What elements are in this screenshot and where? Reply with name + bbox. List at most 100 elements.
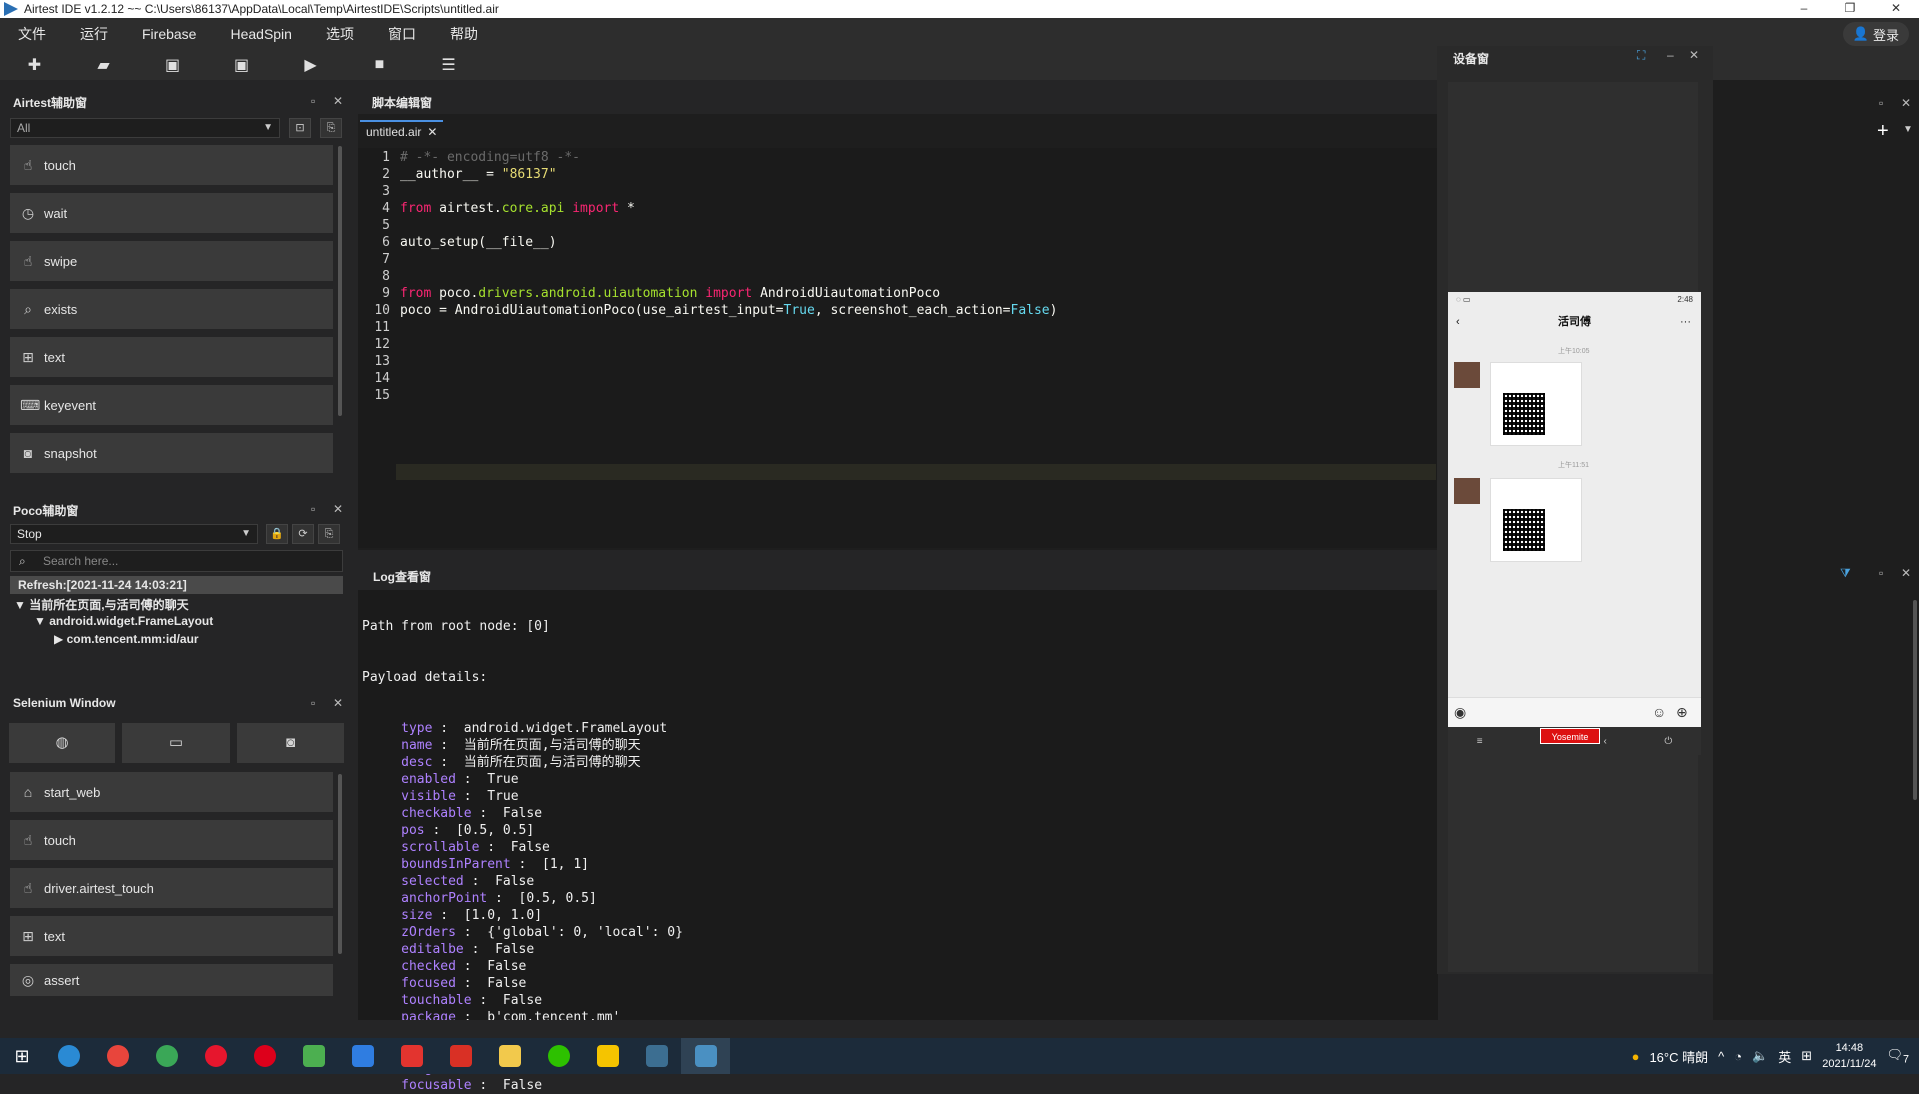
- float-icon[interactable]: ▫: [1879, 566, 1883, 580]
- lock-icon[interactable]: 🔒: [266, 524, 288, 544]
- qq-music-icon[interactable]: [583, 1038, 632, 1074]
- monitor-icon[interactable]: ▭: [122, 723, 230, 763]
- menu-icon[interactable]: ≡: [1477, 736, 1483, 747]
- notepad-icon[interactable]: [289, 1038, 338, 1074]
- cmd-exists[interactable]: ⌕ exists: [10, 289, 333, 329]
- screenshot-icon[interactable]: ⎘: [318, 524, 340, 544]
- scrollbar[interactable]: [338, 774, 342, 954]
- list-icon[interactable]: ☰: [414, 55, 483, 75]
- cmd-driver-touch[interactable]: ☝ driver.airtest_touch: [10, 868, 333, 908]
- cmd-assert[interactable]: ◎ assert: [10, 964, 333, 996]
- restore-button[interactable]: ❐: [1827, 0, 1873, 18]
- tray-arrow-icon[interactable]: ^: [1718, 1049, 1724, 1064]
- file-explorer-icon[interactable]: [485, 1038, 534, 1074]
- search-input[interactable]: ⌕ Search here...: [10, 550, 343, 572]
- chrome-icon[interactable]: [93, 1038, 142, 1074]
- minimize-button[interactable]: –: [1781, 0, 1827, 18]
- close-icon[interactable]: ✕: [333, 502, 343, 516]
- menu-firebase[interactable]: Firebase: [124, 26, 212, 42]
- globe-icon[interactable]: ◍: [9, 723, 115, 763]
- tab-untitled[interactable]: untitled.air ✕: [360, 120, 444, 142]
- cmd-text[interactable]: ⊞ text: [10, 337, 333, 377]
- close-icon[interactable]: ✕: [427, 125, 437, 139]
- tree-node-aur[interactable]: ▶ com.tencent.mm:id/aur: [54, 632, 199, 646]
- cmd-touch[interactable]: ☝ touch: [10, 145, 333, 185]
- float-icon[interactable]: ▫: [1879, 96, 1883, 110]
- more-icon[interactable]: ···: [1680, 308, 1691, 336]
- edge-icon[interactable]: [142, 1038, 191, 1074]
- menu-file[interactable]: 文件: [0, 24, 62, 44]
- poco-mode-select[interactable]: Stop ▼: [10, 524, 258, 544]
- refresh-icon[interactable]: ⟳: [292, 524, 314, 544]
- login-button[interactable]: 👤 登录: [1842, 22, 1909, 46]
- float-icon[interactable]: ▫: [311, 502, 315, 516]
- phone-screen[interactable]: ◌ ▭ 2:48 ‹ 活司傅 ··· 上午10:05 上午11:51 ◉ ☺ ⊕: [1448, 292, 1701, 727]
- add-icon[interactable]: ⊕: [1676, 704, 1688, 721]
- wechat-icon[interactable]: [534, 1038, 583, 1074]
- menu-headspin[interactable]: HeadSpin: [212, 26, 308, 42]
- float-icon[interactable]: ▫: [311, 94, 315, 108]
- ime-grid-icon[interactable]: ⊞: [1801, 1048, 1812, 1064]
- qr-message-card[interactable]: [1490, 478, 1582, 562]
- back-icon[interactable]: ‹: [1456, 308, 1460, 336]
- emoji-icon[interactable]: ☺: [1652, 704, 1666, 720]
- filter-icon[interactable]: ⧩: [1840, 566, 1851, 581]
- save-as-icon[interactable]: ▣: [207, 55, 276, 75]
- code-area[interactable]: 1 2 3 4 5 6 7 8 9 10 11 12 13 14 15 # -*…: [358, 148, 1438, 548]
- close-icon[interactable]: ✕: [1689, 48, 1699, 62]
- airtest-active-icon[interactable]: [681, 1038, 730, 1074]
- feather-icon[interactable]: [338, 1038, 387, 1074]
- minimize-icon[interactable]: –: [1667, 48, 1674, 62]
- volume-icon[interactable]: 🔈: [1752, 1048, 1768, 1064]
- screenshot-icon[interactable]: ⎘: [320, 118, 342, 138]
- menu-window[interactable]: 窗口: [370, 24, 432, 44]
- fullscreen-icon[interactable]: ⛶: [1637, 48, 1645, 63]
- plus-icon[interactable]: ✚: [0, 55, 69, 75]
- cmd-touch[interactable]: ☝ touch: [10, 820, 333, 860]
- cmd-wait[interactable]: ◷ wait: [10, 193, 333, 233]
- network-icon[interactable]: ◔: [1734, 1049, 1742, 1064]
- menu-options[interactable]: 选项: [308, 24, 370, 44]
- close-icon[interactable]: ✕: [333, 94, 343, 108]
- cmd-swipe[interactable]: ☝ swipe: [10, 241, 333, 281]
- cmd-start-web[interactable]: ⌂ start_web: [10, 772, 333, 812]
- app-red-icon[interactable]: [436, 1038, 485, 1074]
- cmd-snapshot[interactable]: ◙ snapshot: [10, 433, 333, 473]
- float-icon[interactable]: ▫: [311, 696, 315, 710]
- filter-select[interactable]: All ▼: [10, 118, 280, 138]
- back-icon[interactable]: ‹: [1604, 736, 1607, 747]
- folder-icon[interactable]: ▰: [69, 55, 138, 75]
- add-tab-icon[interactable]: +: [1877, 120, 1889, 143]
- tree-node-framelayout[interactable]: ▼ android.widget.FrameLayout: [34, 614, 213, 628]
- wps-icon[interactable]: [387, 1038, 436, 1074]
- scrollbar[interactable]: [338, 146, 342, 416]
- record-icon[interactable]: ⊡: [289, 118, 311, 138]
- netease-music-icon[interactable]: [240, 1038, 289, 1074]
- close-icon[interactable]: ✕: [333, 696, 343, 710]
- cmd-text[interactable]: ⊞ text: [10, 916, 333, 956]
- airtest-icon[interactable]: [632, 1038, 681, 1074]
- menu-help[interactable]: 帮助: [432, 24, 494, 44]
- menu-run[interactable]: 运行: [62, 24, 124, 44]
- clock[interactable]: 14:48 2021/11/24: [1822, 1040, 1876, 1072]
- close-icon[interactable]: ✕: [1901, 96, 1911, 110]
- play-icon[interactable]: ▶: [276, 55, 345, 75]
- power-icon[interactable]: ⏻: [1664, 736, 1672, 747]
- search-icon[interactable]: [44, 1038, 93, 1074]
- scrollbar[interactable]: [1913, 600, 1917, 800]
- weibo-icon[interactable]: [191, 1038, 240, 1074]
- close-icon[interactable]: ✕: [1901, 566, 1911, 580]
- notification-icon[interactable]: 🗨7: [1886, 1047, 1909, 1066]
- log-content[interactable]: Path from root node: [0] Payload details…: [362, 584, 683, 1094]
- stop-icon[interactable]: ■: [345, 56, 414, 74]
- camera-icon[interactable]: ◙: [237, 723, 344, 763]
- weather-text[interactable]: 16°C 晴朗: [1649, 1047, 1708, 1066]
- qr-message-card[interactable]: [1490, 362, 1582, 446]
- voice-icon[interactable]: ◉: [1454, 704, 1466, 721]
- chevron-down-icon[interactable]: ▼: [1903, 124, 1913, 135]
- save-icon[interactable]: ▣: [138, 55, 207, 75]
- cmd-keyevent[interactable]: ⌨ keyevent: [10, 385, 333, 425]
- close-button[interactable]: ✕: [1873, 0, 1919, 18]
- ime-label[interactable]: 英: [1778, 1047, 1791, 1066]
- windows-start-icon[interactable]: ⊞: [0, 1046, 44, 1067]
